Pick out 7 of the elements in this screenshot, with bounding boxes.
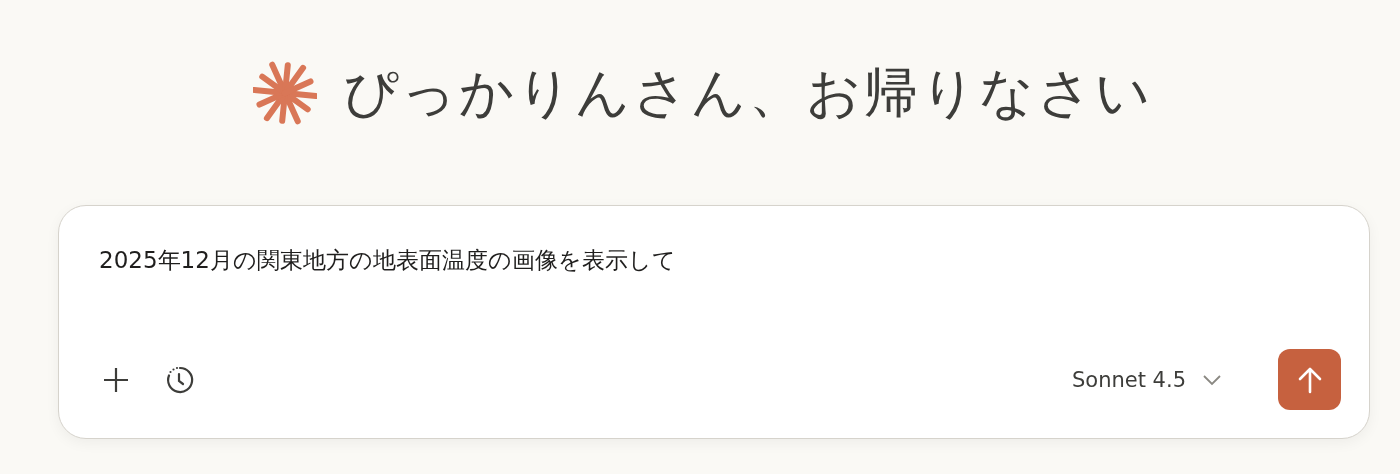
- arrow-up-icon: [1296, 365, 1323, 394]
- greeting-title: ぴっかりんさん、お帰りなさい: [343, 59, 1153, 126]
- chevron-down-icon: [1202, 373, 1222, 386]
- model-selector[interactable]: Sonnet 4.5: [1071, 367, 1222, 392]
- message-input-field[interactable]: 2025年12月の関東地方の地表面温度の画像を表示して: [99, 244, 1341, 349]
- sparkle-logo-icon: [253, 61, 317, 125]
- send-button[interactable]: [1278, 349, 1341, 410]
